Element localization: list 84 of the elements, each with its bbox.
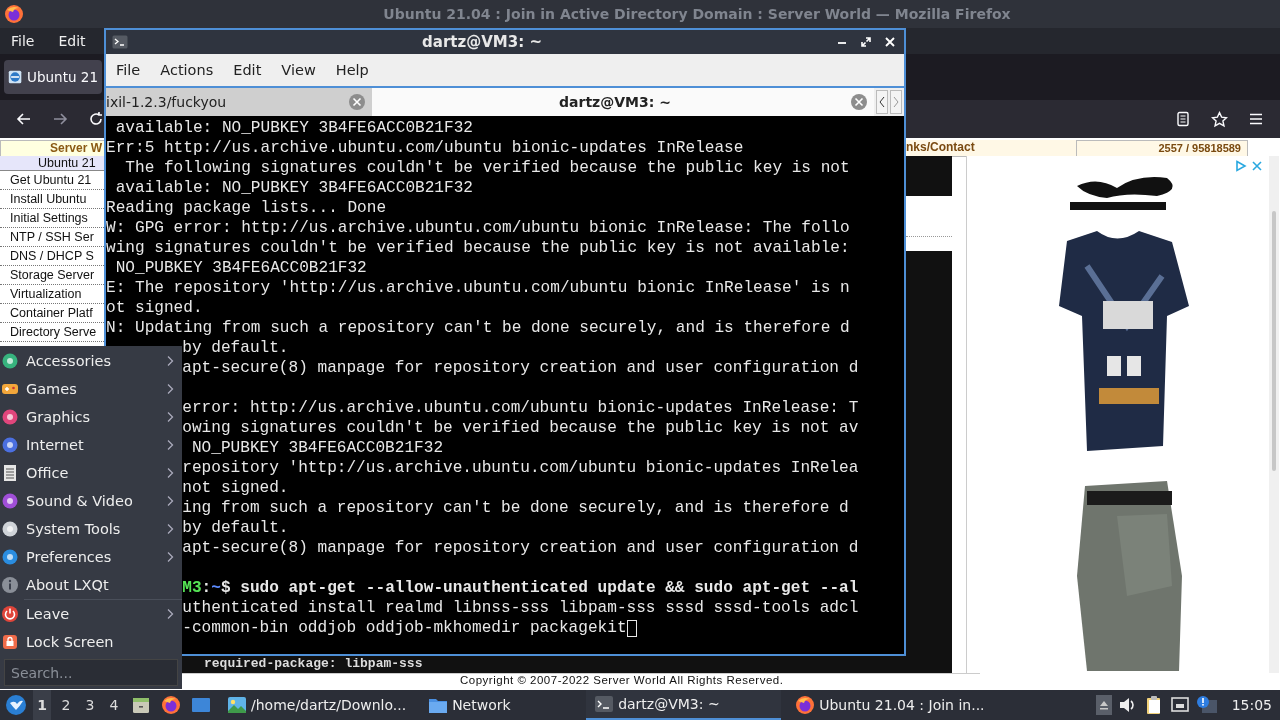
terminal-line: -common-bin oddjob oddjob-mkhomedir packagekit	[182, 618, 627, 638]
terminal-line: apt-secure(8) manpage for repository creation and user configuration d	[182, 358, 859, 378]
window-title: dartz@VM3: ~	[421, 33, 543, 51]
menu-item[interactable]: Edit	[233, 62, 262, 78]
browser-tab[interactable]: Ubuntu 21	[4, 60, 102, 94]
file-cabinet-icon[interactable]	[131, 695, 151, 715]
dark-panel	[906, 156, 952, 196]
menu-item[interactable]: Office	[0, 459, 182, 487]
code-text: required-package: libpam-sss	[204, 656, 423, 671]
image-viewer-icon	[227, 695, 247, 715]
task-button[interactable]: /home/dartz/Downlo...	[219, 690, 415, 720]
search-field[interactable]: Search...	[4, 659, 178, 686]
menu-item[interactable]: Preferences	[0, 543, 182, 571]
terminal-line: by default.	[182, 338, 289, 358]
nav-link[interactable]: Ubuntu 21	[0, 156, 104, 171]
menu-item[interactable]: Sound & Video	[0, 487, 182, 515]
power-icon	[1, 605, 19, 623]
menu-item[interactable]: Games	[0, 375, 182, 403]
firefox-icon	[795, 695, 816, 715]
ad-choices-icon[interactable]	[1235, 160, 1247, 172]
terminal-line: M3:~$ sudo apt-get --allow-unauthenticated update && sudo apt-get --al	[182, 578, 859, 598]
task-button[interactable]: Ubuntu 21.04 : Join in...	[787, 690, 993, 720]
menu-item[interactable]: Graphics	[0, 403, 182, 431]
clock[interactable]: 15:05	[1231, 697, 1272, 713]
terminal-line: ot signed.	[106, 298, 204, 318]
desktop-switcher[interactable]: 4	[105, 690, 123, 720]
menu-item[interactable]: Help	[335, 62, 369, 78]
desktop-switcher[interactable]: 1	[33, 690, 51, 720]
menu-item[interactable]: System Tools	[0, 515, 182, 543]
menu-item[interactable]: View	[281, 62, 316, 78]
palette-icon	[1, 408, 19, 426]
copyright-text: Copyright © 2007-2022 Server World All Rights Reserved.	[460, 674, 784, 686]
menu-item[interactable]: File	[11, 33, 35, 49]
menu-item[interactable]: About LXQt	[0, 571, 182, 599]
terminal-line: W: GPG error: http://us.archive.ubuntu.com/ubuntu bionic InRelease: The follo	[106, 218, 851, 238]
window-icon[interactable]	[191, 695, 211, 715]
terminal-line: Err:5 http://us.archive.ubuntu.com/ubuntu bionic-updates InRelease	[106, 138, 745, 158]
terminal-line: available: NO_PUBKEY 3B4FE6ACC0B21F32	[114, 118, 474, 138]
reload-icon[interactable]	[88, 111, 104, 127]
terminal-line: The following signatures couldn't be verified because the public key is not	[124, 158, 851, 178]
menu-item[interactable]: File	[116, 62, 141, 78]
menu-item[interactable]: Internet	[0, 431, 182, 459]
terminal-line: error: http://us.archive.ubuntu.com/ubuntu bionic-updates InRelease: T	[182, 398, 859, 418]
menu-item[interactable]: Accessories	[0, 347, 182, 375]
menu-icon[interactable]	[1248, 111, 1264, 127]
firefox-icon[interactable]	[161, 695, 181, 715]
terminal-line: wing signatures couldn't be verified because the public key is not available:	[106, 238, 851, 258]
firefox-icon	[4, 4, 24, 24]
desktop-switcher[interactable]: 3	[81, 690, 99, 720]
network-icon[interactable]	[1169, 695, 1190, 715]
terminal-tab[interactable]: dartz@VM3: ~	[372, 88, 874, 116]
terminal-line: NO_PUBKEY 3B4FE6ACC0B21F32	[190, 438, 444, 458]
terminal-line: apt-secure(8) manpage for repository creation and user configuration d	[182, 538, 859, 558]
terminal-line: E: The repository 'http://us.archive.ubuntu.com/ubuntu bionic InRelease' is n	[106, 278, 851, 298]
terminal-line: uthenticated install realmd libnss-sss libpam-sss sssd sssd-tools adcl	[182, 598, 859, 618]
task-button[interactable]: Network	[420, 690, 581, 720]
menu-item[interactable]: Edit	[58, 33, 86, 49]
star-icon[interactable]	[1211, 110, 1228, 128]
lock-icon	[1, 633, 19, 651]
document-icon	[1, 464, 19, 482]
terminal-icon	[112, 34, 128, 50]
terminal-icon	[594, 694, 615, 714]
window-title: Ubuntu 21.04 : Join in Active Directory Domain : Server World — Mozilla Firefox	[382, 6, 1012, 22]
terminal-line: ing from such a repository can't be done securely, and is therefore d	[182, 498, 849, 518]
menu-item[interactable]: Actions	[160, 62, 214, 78]
back-icon[interactable]	[16, 111, 32, 127]
terminal-line: repository 'http://us.archive.ubuntu.com/ubuntu bionic-updates InRelea	[182, 458, 859, 478]
menu-item[interactable]: Leave	[0, 600, 182, 628]
terminal-line: NO_PUBKEY 3B4FE6ACC0B21F32	[114, 258, 368, 278]
task-button[interactable]: dartz@VM3: ~	[586, 690, 782, 720]
terminal-line: Reading package lists... Done	[106, 198, 388, 218]
notification-icon[interactable]	[1195, 695, 1218, 715]
terminal-line: N: Updating from such a repository can't be done securely, and is therefore d	[106, 318, 851, 338]
reader-icon[interactable]	[1175, 111, 1191, 127]
desktop-switcher[interactable]: 2	[57, 690, 75, 720]
menu-item[interactable]: Lock Screen	[0, 628, 182, 656]
terminal-line: available: NO_PUBKEY 3B4FE6ACC0B21F32	[114, 178, 474, 198]
terminal-line: owing signatures couldn't be verified because the public key is not av	[182, 418, 859, 438]
chevron-left-icon[interactable]	[876, 90, 888, 114]
forward-icon[interactable]	[52, 111, 68, 127]
maximize-icon[interactable]	[860, 36, 872, 48]
terminal-tab[interactable]: ixil-1.2.3/fuckyou	[106, 88, 372, 116]
terminal-line: by default.	[182, 518, 289, 538]
terminal-line: not signed.	[182, 478, 289, 498]
